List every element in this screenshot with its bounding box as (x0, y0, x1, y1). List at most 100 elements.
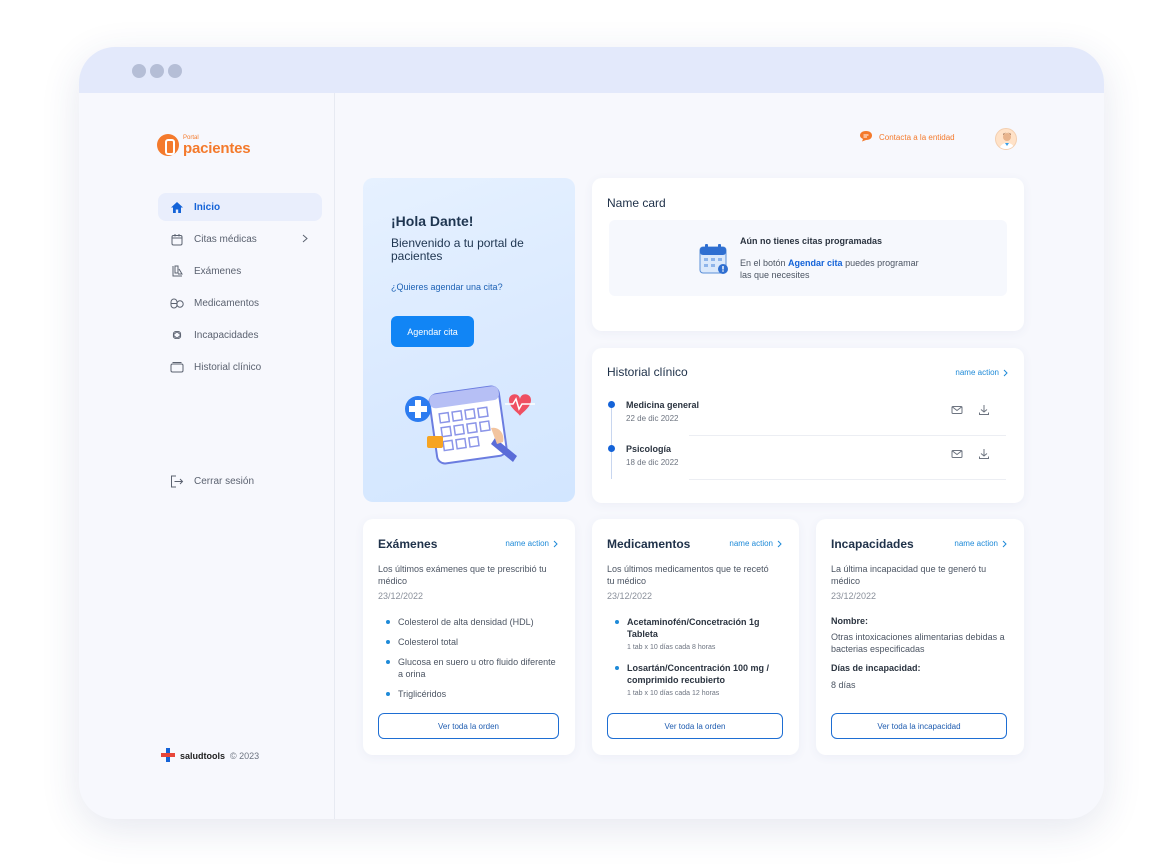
history-action-link[interactable]: name action (955, 368, 1008, 377)
medications-description: Los últimos medicamentos que te recetó t… (607, 564, 769, 586)
view-exams-order-button[interactable]: Ver toda la orden (378, 713, 559, 739)
window-dot-1[interactable] (132, 64, 146, 78)
sidebar-item-historial[interactable]: Historial clínico (158, 353, 322, 381)
chat-icon (859, 130, 873, 144)
disability-date: 23/12/2022 (831, 591, 877, 601)
contact-entity-label: Contacta a la entidad (879, 132, 955, 142)
sidebar-item-label: Exámenes (194, 265, 242, 277)
medication-name: Losartán/Concentración 100 mg / comprimi… (627, 663, 770, 685)
exam-item: Triglicéridos (378, 688, 568, 700)
no-appointments-text: En el botón Agendar cita puedes programa… (740, 257, 920, 281)
chevron-right-icon (1003, 369, 1008, 376)
history-card: Historial clínico name action Medicina g… (592, 348, 1024, 503)
footer-copyright: © 2023 (230, 751, 260, 761)
schedule-question: ¿Quieres agendar una cita? (391, 282, 503, 292)
logo-big-text: pacientes (183, 139, 251, 157)
portal-logo-icon (157, 134, 179, 156)
exams-title: Exámenes (378, 537, 438, 551)
saludtools-logo-icon (161, 748, 175, 764)
pills-icon (170, 296, 184, 310)
disability-days-label: Días de incapacidad: (831, 663, 921, 673)
calendar-alert-icon (699, 244, 728, 274)
medication-item: Acetaminofén/Concetración 1g Tableta 1 t… (607, 616, 787, 654)
schedule-inline-link[interactable]: Agendar cita (788, 258, 843, 268)
view-meds-order-button[interactable]: Ver toda la orden (607, 713, 783, 739)
history-row-date: 18 de dic 2022 (626, 458, 679, 467)
portal-logo[interactable]: Portal pacientes (157, 134, 251, 157)
window-dot-2[interactable] (150, 64, 164, 78)
chevron-right-icon (777, 540, 782, 547)
exams-action-link[interactable]: name action (505, 539, 558, 548)
medication-dose: 1 tab x 10 días cada 12 horas (627, 690, 720, 697)
download-icon[interactable] (978, 404, 990, 416)
medications-date: 23/12/2022 (607, 591, 653, 601)
disability-days-value: 8 días (831, 680, 856, 690)
no-appointments-box: Aún no tienes citas programadas En el bo… (609, 220, 1007, 296)
history-row[interactable]: Psicología 18 de dic 2022 (608, 436, 1006, 480)
exams-date: 23/12/2022 (378, 591, 424, 601)
sidebar: Portal pacientes Inicio Citas médicas Ex… (79, 93, 335, 819)
medications-action-label: name action (729, 539, 773, 548)
name-card: Name card Aún no tienes citas programada… (592, 178, 1024, 331)
download-icon[interactable] (978, 448, 990, 460)
medications-action-link[interactable]: name action (729, 539, 782, 548)
avatar[interactable] (995, 128, 1017, 150)
bandage-icon (170, 328, 184, 342)
footer: saludtools © 2023 (161, 748, 259, 764)
timeline-dot (608, 401, 615, 408)
contact-entity-link[interactable]: Contacta a la entidad (859, 130, 955, 144)
sidebar-item-inicio[interactable]: Inicio (158, 193, 322, 221)
medication-dose: 1 tab x 10 días cada 8 horas (627, 644, 716, 651)
no-appointments-title: Aún no tienes citas programadas (740, 236, 883, 246)
exam-item: Colesterol de alta densidad (HDL) (378, 616, 568, 628)
disability-name-label: Nombre: (831, 616, 869, 626)
logout-button[interactable]: Cerrar sesión (158, 467, 322, 495)
sidebar-item-citas[interactable]: Citas médicas (158, 225, 322, 253)
welcome-card: ¡Hola Dante! Bienvenido a tu portal de p… (363, 178, 575, 502)
mail-icon[interactable] (951, 404, 963, 416)
logout-label: Cerrar sesión (194, 475, 255, 487)
chevron-right-icon (553, 540, 558, 547)
folder-icon (170, 360, 184, 374)
disability-description: La última incapacidad que te generó tu m… (831, 564, 987, 586)
footer-brand: saludtools (180, 751, 226, 761)
exams-description: Los últimos exámenes que te prescribió t… (378, 564, 547, 586)
exam-item: Glucosa en suero u otro fluido diferente… (378, 656, 558, 680)
chevron-right-icon (302, 234, 308, 246)
history-row-name: Psicología (626, 444, 672, 454)
sidebar-item-incapacidades[interactable]: Incapacidades (158, 321, 322, 349)
disability-action-link[interactable]: name action (954, 539, 1007, 548)
greeting-title: ¡Hola Dante! (391, 213, 474, 229)
sidebar-item-examenes[interactable]: Exámenes (158, 257, 322, 285)
lab-test-icon (170, 264, 184, 278)
window-titlebar (79, 47, 1104, 93)
welcome-subtitle: Bienvenido a tu portal de pacientes (391, 236, 524, 263)
calendar-illustration (405, 385, 535, 465)
sidebar-item-medicamentos[interactable]: Medicamentos (158, 289, 322, 317)
disability-title: Incapacidades (831, 537, 914, 551)
timeline-dot (608, 445, 615, 452)
disability-name-value: Otras intoxicaciones alimentarias debida… (831, 632, 1005, 654)
medications-title: Medicamentos (607, 537, 691, 551)
history-row[interactable]: Medicina general 22 de dic 2022 (608, 392, 1006, 436)
view-disability-button[interactable]: Ver toda la incapacidad (831, 713, 1007, 739)
disability-action-label: name action (954, 539, 998, 548)
sidebar-nav: Inicio Citas médicas Exámenes Medicament… (158, 193, 322, 385)
medication-name: Acetaminofén/Concetración 1g Tableta (627, 617, 760, 639)
medications-card: Medicamentos name action Los últimos med… (592, 519, 799, 755)
mail-icon[interactable] (951, 448, 963, 460)
exams-action-label: name action (505, 539, 549, 548)
history-action-label: name action (955, 368, 999, 377)
history-row-name: Medicina general (626, 400, 700, 410)
exam-item: Colesterol total (378, 636, 568, 648)
sidebar-item-label: Medicamentos (194, 297, 260, 309)
home-icon (170, 200, 184, 214)
exams-card: Exámenes name action Los últimos exámene… (363, 519, 575, 755)
browser-window: Portal pacientes Inicio Citas médicas Ex… (79, 47, 1104, 819)
calendar-icon (170, 232, 184, 246)
chevron-right-icon (1002, 540, 1007, 547)
logout-icon (170, 474, 184, 488)
schedule-appointment-button[interactable]: Agendar cita (391, 316, 474, 347)
history-title: Historial clínico (607, 365, 688, 379)
window-dot-3[interactable] (168, 64, 182, 78)
